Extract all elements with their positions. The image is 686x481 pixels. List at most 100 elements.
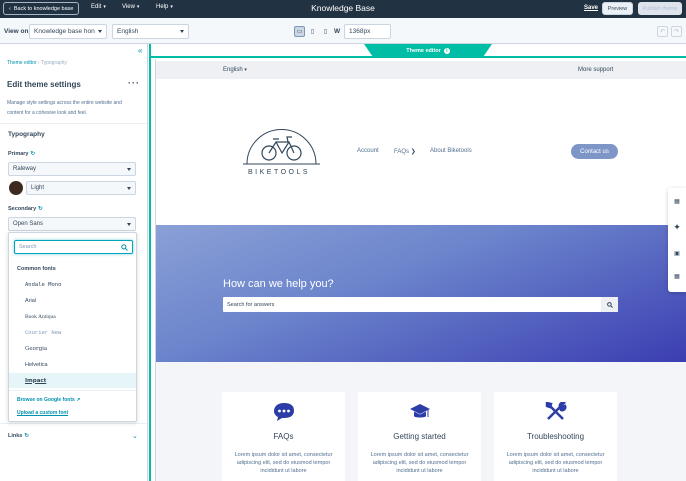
chevron-down-icon[interactable]: ⌄ — [132, 432, 138, 440]
language-select[interactable]: English — [112, 24, 189, 39]
graduation-cap-icon — [410, 404, 430, 418]
primary-font-select[interactable]: Raleway — [8, 162, 136, 176]
nav-faqs[interactable]: FAQs ❯ — [394, 148, 416, 155]
reset-icon[interactable]: ↻ — [24, 433, 29, 439]
info-icon[interactable]: i — [443, 47, 450, 54]
card-title: FAQs — [273, 432, 294, 441]
divider — [0, 123, 147, 124]
view-on-label: View on: — [4, 28, 31, 35]
mobile-view-icon[interactable]: ▯ — [320, 26, 331, 37]
browse-google-fonts-link[interactable]: Browse on Google fonts ↗ — [17, 397, 80, 403]
card-title: Getting started — [393, 432, 446, 441]
desktop-view-icon[interactable]: ▭ — [294, 26, 305, 37]
hero-section: How can we help you? Search for answers — [156, 225, 686, 362]
primary-font-value: Raleway — [13, 166, 37, 172]
tablet-view-icon[interactable]: ▯ — [307, 26, 318, 37]
editor-toolbar: View on: Knowledge base hon English ▭ ▯ … — [0, 18, 686, 44]
panel-title: Edit theme settings — [7, 80, 81, 89]
chevron-down-icon — [127, 222, 131, 226]
category-card-getting-started[interactable]: Getting started Lorem ipsum dolor sit am… — [358, 392, 481, 481]
chevron-down-icon — [98, 30, 102, 33]
card-body: Lorem ipsum dolor sit amet, consectetur … — [370, 452, 469, 474]
font-option[interactable]: Helvetica — [9, 357, 136, 372]
panel-icon[interactable]: ▦ — [672, 271, 682, 281]
redo-icon[interactable]: ↷ — [671, 26, 682, 37]
primary-label: Primary ↻ — [8, 151, 35, 157]
breadcrumb-typography: Typography — [40, 60, 67, 66]
search-icon — [121, 243, 128, 251]
nav-about[interactable]: About Biketools — [430, 148, 472, 154]
common-fonts-group-label: Common fonts — [17, 266, 56, 272]
collapse-panel-icon[interactable]: « — [138, 46, 142, 55]
chevron-down-icon — [127, 186, 131, 190]
primary-label-text: Primary — [8, 151, 29, 157]
secondary-font-select[interactable]: Open Sans — [8, 217, 136, 231]
font-option-highlighted[interactable]: Impact — [9, 373, 136, 388]
primary-weight-value: Light — [31, 185, 45, 191]
card-title: Troubleshooting — [526, 432, 585, 441]
preview-button[interactable]: Preview — [602, 2, 633, 15]
external-link-icon: ↗ — [76, 397, 81, 403]
breadcrumb: Theme editor › Typography — [7, 60, 67, 66]
chat-bubble-icon — [274, 403, 294, 421]
width-input[interactable]: 1368px — [344, 24, 391, 39]
top-bar: ‹ Back to knowledge base Edit ▾ View ▾ Hel… — [0, 0, 686, 18]
browse-link-text: Browse on Google fonts — [17, 397, 75, 403]
secondary-label-text: Secondary — [8, 206, 37, 212]
font-option[interactable]: Georgia — [9, 341, 136, 356]
calendar-icon[interactable]: ▣ — [672, 248, 682, 258]
font-search-input[interactable]: Search — [14, 240, 133, 254]
card-body: Lorem ipsum dolor sit amet, consectetur … — [234, 452, 333, 474]
editor-frame-border — [149, 44, 151, 481]
panel-description: Manage style settings across the entire … — [7, 100, 122, 116]
font-dropdown: Search Common fonts Andale Mono Arial Bo… — [8, 232, 137, 422]
more-support-link[interactable]: More support — [578, 67, 613, 73]
site-language-select[interactable]: English ▾ — [223, 67, 247, 73]
hero-search-input[interactable]: Search for answers — [223, 297, 618, 312]
tools-icon — [545, 402, 567, 420]
primary-weight-select[interactable]: Light — [26, 181, 136, 195]
site-language-label: English — [223, 67, 243, 73]
more-options-icon[interactable]: ··· — [128, 78, 140, 88]
links-section[interactable]: Links ↻ — [8, 433, 29, 439]
nav-account[interactable]: Account — [357, 148, 379, 154]
search-placeholder: Search — [19, 244, 37, 250]
divider — [9, 390, 136, 391]
publish-theme-button[interactable]: Publish theme — [638, 2, 682, 15]
view-on-select[interactable]: Knowledge base hon — [29, 24, 107, 39]
category-card-faqs[interactable]: FAQs Lorem ipsum dolor sit amet, consect… — [222, 392, 345, 481]
divider — [0, 423, 147, 424]
contact-us-button[interactable]: Contact us — [571, 144, 618, 159]
font-option[interactable]: Andale Mono — [9, 277, 136, 292]
hero-search-button[interactable] — [601, 297, 618, 312]
chevron-down-icon: ▾ — [244, 67, 247, 73]
font-option[interactable]: Book Antiqua — [9, 309, 136, 324]
breadcrumb-theme-editor[interactable]: Theme editor — [7, 60, 36, 66]
font-option[interactable]: Courier New — [9, 325, 136, 340]
nav-faqs-label: FAQs — [394, 149, 410, 155]
primary-color-swatch[interactable] — [9, 181, 23, 195]
secondary-font-value: Open Sans — [13, 221, 44, 227]
font-option[interactable]: Arial — [9, 293, 136, 308]
chevron-down-icon — [127, 167, 131, 171]
save-button[interactable]: Save — [584, 5, 598, 11]
editor-right-rail: ▦ ✦ ▣ ▦ — [668, 188, 686, 292]
secondary-label: Secondary ↻ — [8, 206, 43, 212]
chevron-down-icon — [180, 30, 184, 33]
reset-icon[interactable]: ↻ — [31, 151, 36, 157]
upload-custom-font-link[interactable]: Upload a custom font — [17, 410, 68, 416]
biketools-logo — [243, 129, 320, 165]
search-icon — [606, 301, 613, 308]
view-on-value: Knowledge base hon — [34, 28, 95, 35]
card-body: Lorem ipsum dolor sit amet, consectetur … — [506, 452, 605, 474]
typography-section-title: Typography — [8, 131, 45, 138]
category-card-troubleshooting[interactable]: Troubleshooting Lorem ipsum dolor sit am… — [494, 392, 617, 481]
reset-icon[interactable]: ↻ — [38, 206, 43, 212]
hero-title: How can we help you? — [223, 278, 334, 290]
theme-editor-tab: Theme editor i — [364, 44, 492, 57]
undo-icon[interactable]: ↶ — [657, 26, 668, 37]
layout-grid-icon[interactable]: ▦ — [672, 196, 682, 206]
width-value: 1368px — [349, 28, 371, 35]
theme-editor-label: Theme editor — [406, 47, 441, 54]
sparkle-icon[interactable]: ✦ — [672, 222, 682, 232]
